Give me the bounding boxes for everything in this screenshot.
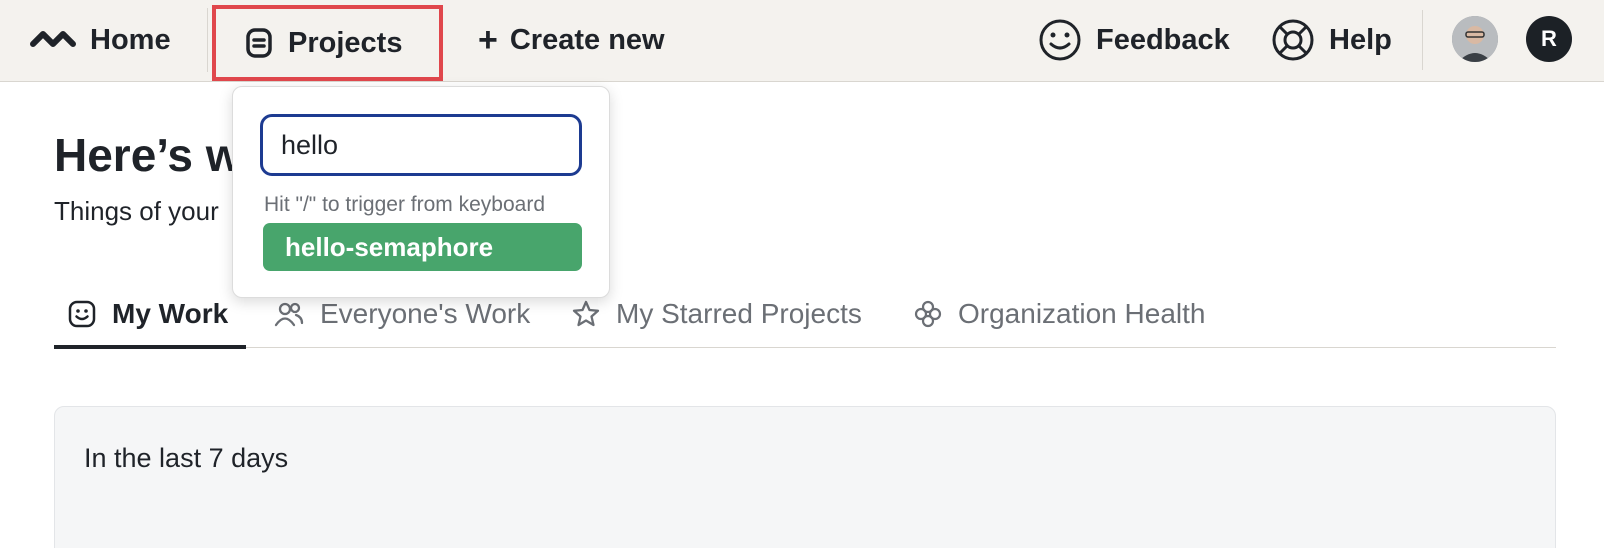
activity-card: In the last 7 days: [54, 406, 1556, 548]
nav-home[interactable]: Home: [30, 0, 171, 80]
user-avatar[interactable]: R: [1526, 16, 1572, 62]
nav-projects-label: Projects: [288, 26, 403, 59]
nav-create-new-label: Create new: [509, 23, 665, 56]
page-subtitle-start: Things of your: [54, 196, 219, 226]
nav-help[interactable]: Help: [1271, 0, 1392, 80]
lifebuoy-icon: [1272, 19, 1314, 61]
project-search-input[interactable]: [260, 114, 582, 176]
tab-organization-health-label: Organization Health: [958, 298, 1206, 329]
flower-icon: [914, 300, 942, 328]
smile-icon: [1039, 19, 1081, 61]
nav-divider-right: [1422, 10, 1423, 70]
tab-my-work[interactable]: My Work: [68, 280, 228, 348]
project-result-item[interactable]: hello-semaphore: [263, 223, 582, 271]
project-icon: [246, 28, 272, 58]
nav-feedback[interactable]: Feedback: [1038, 0, 1230, 80]
top-navigation: Home Projects + Create new Feedback Help…: [0, 0, 1604, 82]
keyboard-hint: Hit "/" to trigger from keyboard: [264, 193, 546, 216]
tab-organization-health[interactable]: Organization Health: [914, 280, 1205, 348]
nav-feedback-label: Feedback: [1096, 23, 1230, 56]
nav-help-label: Help: [1329, 23, 1392, 56]
active-tab-indicator: [54, 345, 246, 349]
star-icon: [572, 300, 600, 327]
user-photo-avatar[interactable]: [1452, 16, 1498, 62]
smile-icon: [68, 300, 96, 328]
projects-dropdown: Hit "/" to trigger from keyboard hello-s…: [232, 86, 610, 298]
activity-card-title: In the last 7 days: [84, 443, 289, 473]
page-title: Here’s w: [54, 129, 242, 181]
tab-everyones-work-label: Everyone's Work: [320, 298, 531, 329]
person-photo-icon: [1452, 16, 1498, 62]
semaphore-logo-icon: [30, 31, 76, 47]
plus-icon: +: [478, 21, 498, 59]
nav-home-label: Home: [90, 23, 171, 56]
users-icon: [274, 302, 304, 327]
tab-my-work-label: My Work: [112, 298, 229, 329]
nav-divider: [207, 8, 208, 72]
nav-projects[interactable]: Projects: [212, 5, 443, 81]
tab-my-starred-projects[interactable]: My Starred Projects: [572, 280, 862, 348]
nav-create-new[interactable]: + Create new: [478, 0, 665, 80]
tab-my-starred-projects-label: My Starred Projects: [616, 298, 862, 329]
